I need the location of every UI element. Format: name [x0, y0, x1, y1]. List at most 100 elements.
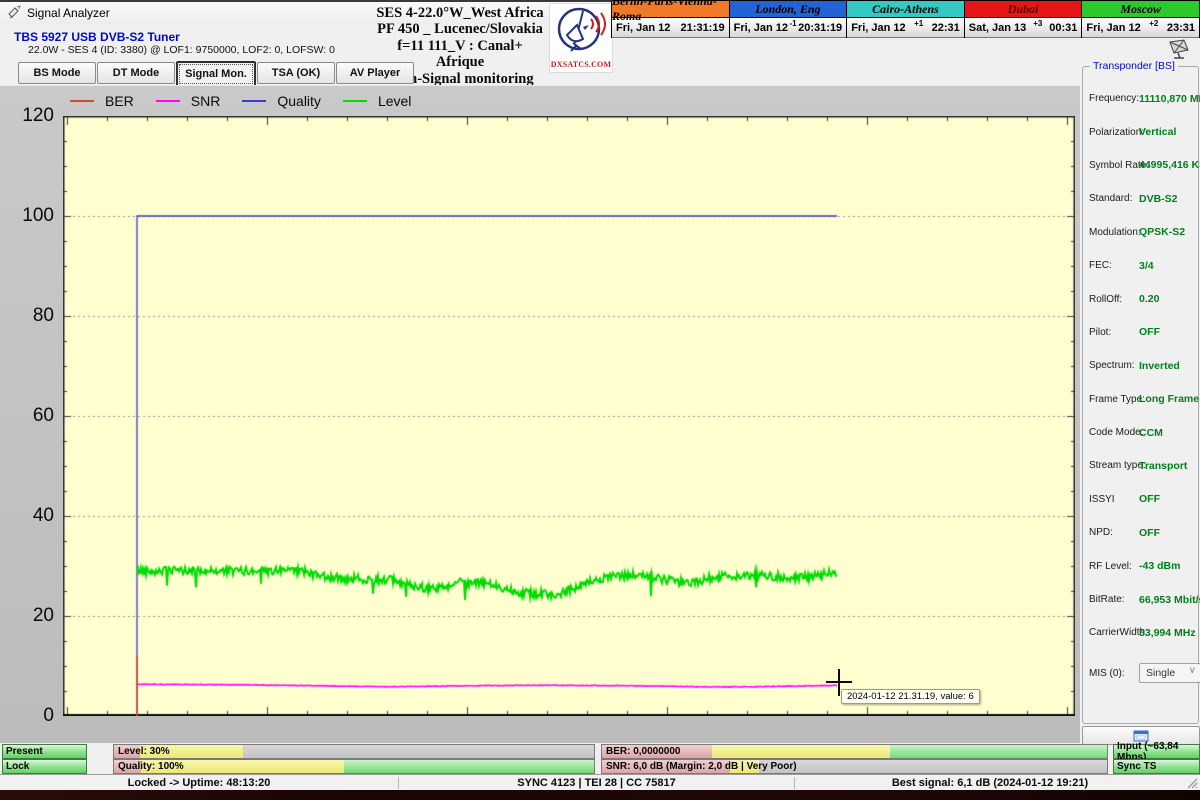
- present-indicator: Present: [2, 744, 87, 759]
- mis-dropdown[interactable]: Single ∨: [1139, 663, 1200, 683]
- tab-signal-mon-[interactable]: Signal Mon.: [176, 61, 256, 87]
- transponder-row: Code Mode:CCM: [1089, 416, 1195, 449]
- transponder-row: Spectrum: Inverted: [1089, 349, 1195, 382]
- transponder-row: Frequency:11110,870 MHz: [1089, 82, 1195, 115]
- status-lock-uptime: Locked -> Uptime: 48:13:20: [0, 776, 398, 790]
- input-indicator: Input (~63,84 Mbps): [1113, 744, 1200, 759]
- clock-berlin-paris-vienna-roma: Berlin-Paris-Vienna-RomaFri, Jan 1221:31…: [611, 1, 730, 38]
- clock-date: Fri, Jan 12: [1086, 22, 1140, 34]
- legend-line-swatch: [242, 100, 266, 102]
- tab-dt-mode[interactable]: DT Mode: [97, 62, 175, 84]
- transponder-row-value: Transport: [1139, 460, 1187, 472]
- legend-item-quality: Quality: [242, 93, 321, 109]
- ber-bar-label: BER: 0,0000000: [606, 746, 681, 757]
- transponder-row-label: Spectrum:: [1089, 360, 1135, 371]
- sync-ts-indicator: Sync TS: [1113, 759, 1200, 774]
- transponder-row: Standard: DVB-S2: [1089, 182, 1195, 215]
- transponder-row-label: Standard:: [1089, 193, 1132, 204]
- transponder-row: CarrierWidth:53,994 MHz: [1089, 616, 1195, 649]
- transponder-row-label: Frequency:: [1089, 93, 1139, 104]
- transponder-panel: Transponder [BS] Frequency:11110,870 MHz…: [1082, 66, 1199, 724]
- legend-label: Quality: [277, 93, 321, 109]
- snr-bar-label: SNR: 6,0 dB (Margin: 2,0 dB | Very Poor): [606, 761, 797, 772]
- transponder-row-label: Modulation:: [1089, 227, 1141, 238]
- transponder-row-value: 0.20: [1139, 293, 1159, 305]
- transponder-row: Modulation:QPSK-S2: [1089, 216, 1195, 249]
- transponder-row-value: Vertical: [1139, 126, 1176, 138]
- legend-label: Level: [378, 93, 411, 109]
- monitoring-header-line: SES 4-22.0°W_West Africa: [372, 5, 548, 21]
- transponder-row-label: Code Mode:: [1089, 427, 1143, 438]
- mode-tabs: BS ModeDT ModeSignal Mon.TSA (OK)AV Play…: [18, 62, 415, 84]
- clock-utc-offset: +3: [1026, 19, 1049, 28]
- legend-item-ber: BER: [70, 93, 134, 109]
- tuner-name: TBS 5927 USB DVB-S2 Tuner: [14, 30, 180, 44]
- clock-london-eng: London, EngFri, Jan 12-120:31:19: [729, 1, 848, 38]
- level-bar-label: Level: 30%: [118, 746, 170, 757]
- tab-av-player[interactable]: AV Player: [336, 62, 414, 84]
- clock-value-row: Fri, Jan 12+223:31: [1082, 18, 1199, 38]
- mis-label: MIS (0):: [1089, 668, 1125, 679]
- status-best-signal: Best signal: 6,1 dB (2024-01-12 19:21): [795, 776, 1185, 790]
- clock-date: Sat, Jan 13: [969, 22, 1026, 34]
- signal-monitoring-plot[interactable]: [63, 116, 1075, 716]
- clock-cairo-athens: Cairo-AthensFri, Jan 12+122:31: [846, 1, 965, 38]
- transponder-row-label: RollOff:: [1089, 294, 1122, 305]
- bar-segment-silver: [243, 745, 594, 758]
- satellite-dish-logo-icon: [553, 5, 609, 55]
- transponder-row-label: BitRate:: [1089, 594, 1125, 605]
- app-icon: [7, 5, 22, 25]
- logo-text: DXSATCS.COM: [550, 60, 612, 69]
- chevron-down-icon: ∨: [1189, 665, 1196, 676]
- level-bar: Level: 30%: [113, 744, 595, 759]
- transponder-row-value: DVB-S2: [1139, 193, 1178, 205]
- transponder-row-value: Inverted: [1139, 360, 1180, 372]
- transponder-panel-title: Transponder [BS]: [1090, 60, 1178, 72]
- bar-segment-green: [890, 745, 1107, 758]
- transponder-row-value: Long Frame: [1139, 393, 1199, 405]
- clock-time: 00:31: [1049, 22, 1077, 34]
- quality-bar: Quality: 100%: [113, 759, 595, 774]
- legend-item-level: Level: [343, 93, 411, 109]
- transponder-row-value: QPSK-S2: [1139, 226, 1185, 238]
- mis-row: MIS (0): Single ∨: [1089, 663, 1195, 683]
- transponder-row-value: 44995,416 KS/s: [1139, 159, 1200, 171]
- transponder-row: FEC:3/4: [1089, 249, 1195, 282]
- clock-time: 20:31:19: [798, 22, 842, 34]
- crosshair-cursor: [826, 681, 852, 683]
- transponder-row: Frame Type:Long Frame: [1089, 383, 1195, 416]
- legend-line-swatch: [156, 100, 180, 102]
- status-bar: Locked -> Uptime: 48:13:20 SYNC 4123 | T…: [0, 774, 1200, 791]
- signal-analyzer-window: Signal Analyzer TBS 5927 USB DVB-S2 Tune…: [0, 0, 1200, 800]
- clock-moscow: MoscowFri, Jan 12+223:31: [1081, 1, 1200, 38]
- transponder-row-value: CCM: [1139, 427, 1163, 439]
- clock-value-row: Fri, Jan 12-120:31:19: [730, 18, 847, 38]
- clock-city-label: Dubai: [965, 1, 1082, 18]
- legend-line-swatch: [343, 100, 367, 102]
- clock-city-label: Berlin-Paris-Vienna-Roma: [612, 1, 729, 18]
- transponder-row: ISSYIOFF: [1089, 483, 1195, 516]
- transponder-row-label: Stream type:: [1089, 460, 1146, 471]
- transponder-row: RF Level:-43 dBm: [1089, 549, 1195, 582]
- clock-time: 23:31: [1167, 22, 1195, 34]
- window-title: Signal Analyzer: [27, 6, 110, 20]
- tab-tsa-ok-[interactable]: TSA (OK): [257, 62, 335, 84]
- clock-time: 21:31:19: [681, 22, 725, 34]
- transponder-row-value: 53,994 MHz: [1139, 627, 1196, 639]
- tab-bs-mode[interactable]: BS Mode: [18, 62, 96, 84]
- clock-value-row: Sat, Jan 13+300:31: [965, 18, 1082, 38]
- transponder-row-value: OFF: [1139, 493, 1160, 505]
- chart-legend: BERSNRQualityLevel: [70, 90, 433, 112]
- transponder-row: Pilot:OFF: [1089, 316, 1195, 349]
- world-clocks: Berlin-Paris-Vienna-RomaFri, Jan 1221:31…: [612, 0, 1200, 38]
- transponder-row-label: Polarization:: [1089, 127, 1144, 138]
- bar-segment-green: [344, 760, 594, 773]
- dxsatcs-logo: DXSATCS.COM: [549, 3, 613, 73]
- transponder-row: BitRate:66,953 Mbit/s: [1089, 583, 1195, 616]
- quality-bar-label: Quality: 100%: [118, 761, 184, 772]
- mis-selected-value: Single: [1146, 667, 1175, 679]
- clock-dubai: DubaiSat, Jan 13+300:31: [964, 1, 1083, 38]
- transponder-row-label: Frame Type:: [1089, 394, 1145, 405]
- transponder-row-label: NPD:: [1089, 527, 1113, 538]
- clock-value-row: Fri, Jan 1221:31:19: [612, 18, 729, 38]
